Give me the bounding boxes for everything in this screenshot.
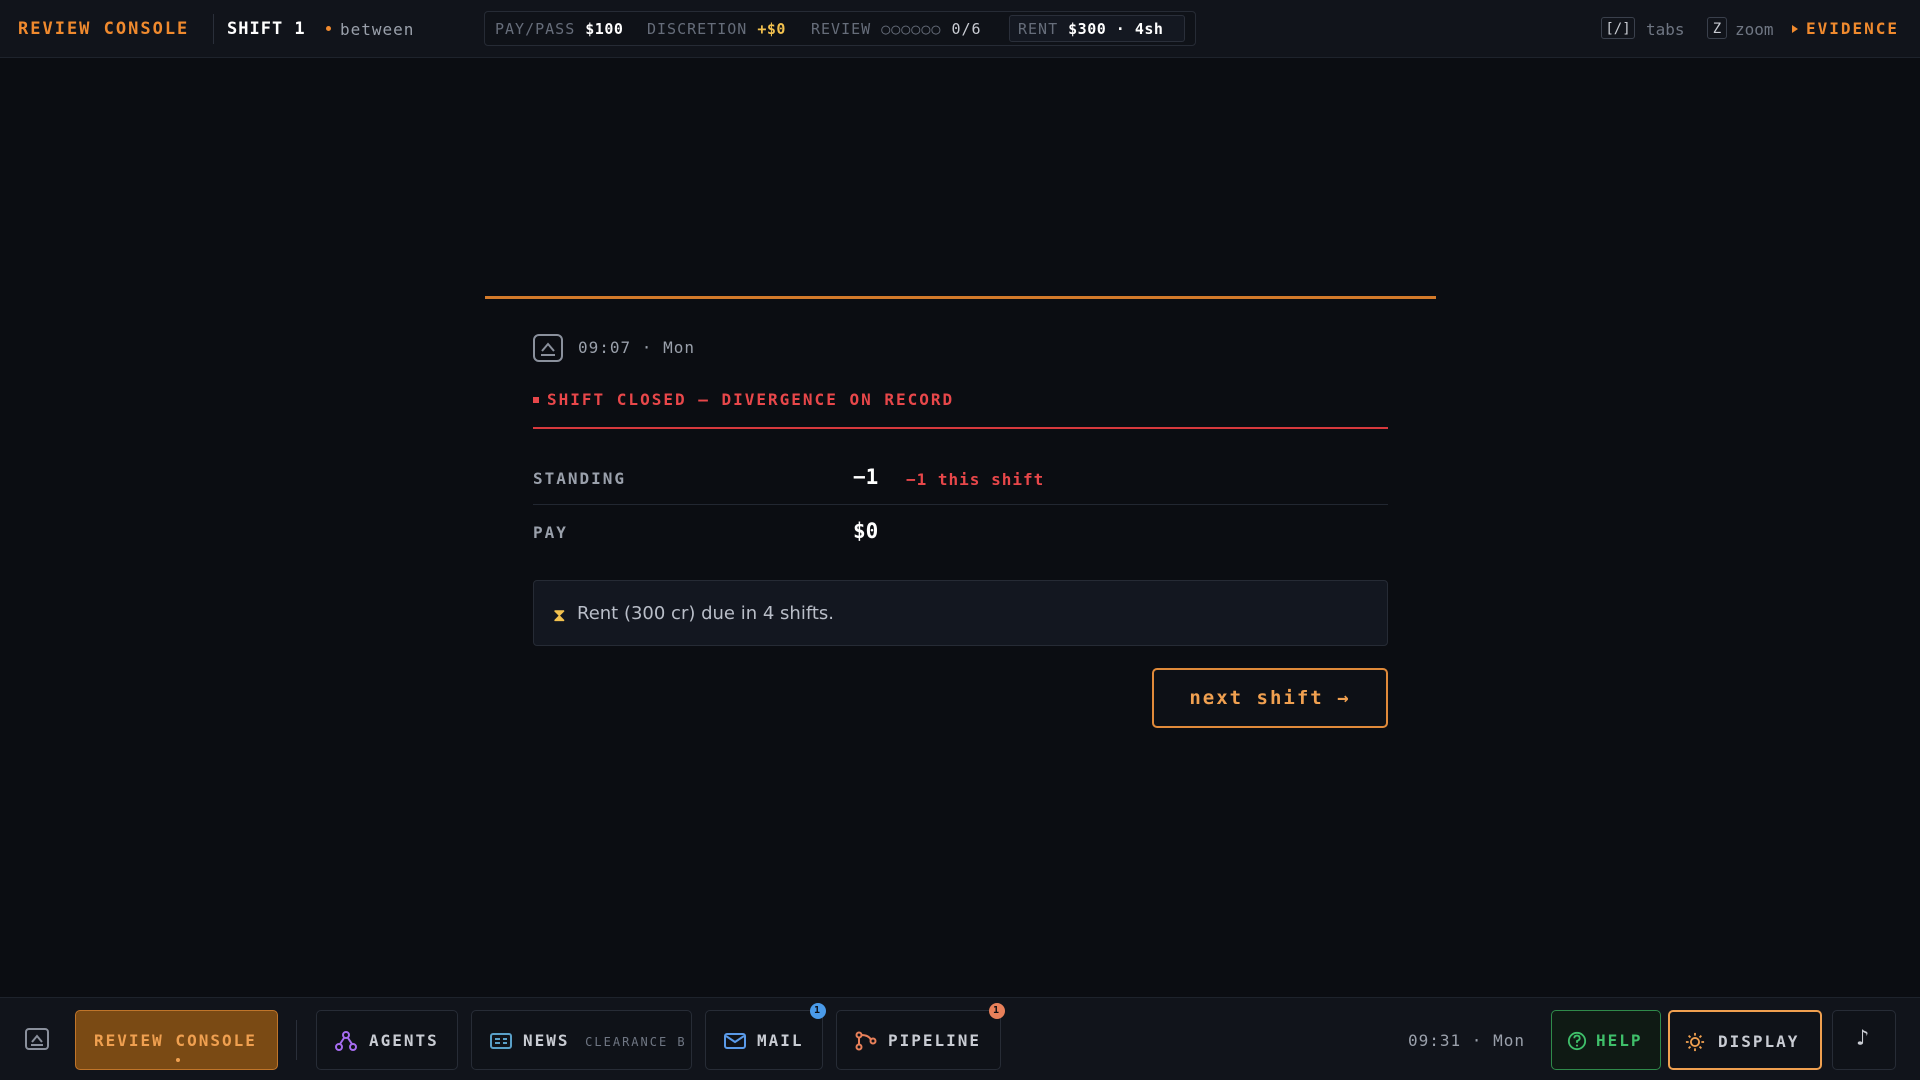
play-icon	[1792, 25, 1798, 33]
active-indicator	[176, 1058, 180, 1062]
pay-value: $0	[853, 519, 879, 543]
tab-review-console[interactable]: REVIEW CONSOLE	[75, 1010, 278, 1070]
review-count: 0/6	[951, 20, 982, 38]
pipeline-icon	[855, 1031, 877, 1051]
evidence-button[interactable]: EVIDENCE	[1792, 19, 1899, 38]
rent-notice-text: Rent (300 cr) due in 4 shifts.	[577, 603, 835, 624]
rent-stat: RENT $300 · 4sh	[1018, 20, 1163, 38]
stats-strip: PAY/PASS $100 DISCRETION +$0 REVIEW ○○○○…	[484, 11, 1196, 46]
pay-pass-label: PAY/PASS	[495, 20, 576, 38]
discretion-label: DISCRETION	[647, 20, 748, 38]
shift-label: SHIFT 1	[227, 19, 306, 39]
tab-pipeline-label: PIPELINE	[888, 1031, 982, 1050]
news-icon	[490, 1033, 512, 1049]
review-label: REVIEW	[811, 20, 872, 38]
discretion-value: +$0	[757, 20, 786, 38]
top-bar: REVIEW CONSOLE SHIFT 1 between PAY/PASS …	[0, 0, 1920, 58]
hourglass-icon: ⧗	[553, 605, 566, 626]
standing-delta: −1 this shift	[906, 470, 1045, 489]
tab-pipeline[interactable]: PIPELINE 1	[836, 1003, 1005, 1070]
tabs-key[interactable]: [/]	[1601, 17, 1635, 39]
standing-value: −1	[853, 465, 879, 489]
help-label: HELP	[1596, 1031, 1643, 1050]
display-button[interactable]: DISPLAY	[1668, 1010, 1822, 1070]
help-button[interactable]: HELP	[1551, 1010, 1661, 1070]
tab-agents[interactable]: AGENTS	[316, 1010, 458, 1070]
standing-label: STANDING	[533, 469, 627, 488]
divider	[213, 14, 214, 44]
tab-news[interactable]: NEWS CLEARANCE B	[471, 1010, 692, 1070]
pay-label: PAY	[533, 523, 568, 542]
display-label: DISPLAY	[1718, 1032, 1800, 1051]
next-shift-button[interactable]: next shift →	[1152, 668, 1388, 728]
agents-icon	[335, 1031, 357, 1051]
pay-pass-stat: PAY/PASS $100	[495, 20, 623, 38]
card-timestamp: 09:07 · Mon	[578, 338, 695, 357]
evidence-label: EVIDENCE	[1806, 19, 1900, 38]
tab-news-label: NEWS	[523, 1031, 570, 1050]
music-note-icon: ♪	[1856, 1026, 1872, 1051]
phase-status: between	[326, 20, 414, 39]
mail-icon	[724, 1033, 746, 1049]
person-stamp-icon	[541, 342, 555, 356]
shift-closed-heading: SHIFT CLOSED — DIVERGENCE ON RECORD	[533, 390, 954, 409]
alert-square-icon	[533, 397, 539, 403]
card-accent-line	[485, 296, 1436, 299]
person-icon	[31, 1034, 43, 1046]
rent-label: RENT	[1018, 20, 1059, 38]
app-title: REVIEW CONSOLE	[18, 19, 190, 39]
home-icon[interactable]	[25, 1028, 49, 1050]
tab-review-console-label: REVIEW CONSOLE	[94, 1031, 257, 1050]
rent-box: RENT $300 · 4sh	[1009, 15, 1185, 42]
zoom-key[interactable]: Z	[1707, 17, 1727, 39]
rent-value: $300 · 4sh	[1068, 20, 1164, 38]
rent-notice: ⧗ Rent (300 cr) due in 4 shifts.	[533, 580, 1388, 646]
mail-badge: 1	[810, 1003, 826, 1019]
tab-mail-label: MAIL	[757, 1031, 804, 1050]
help-icon	[1567, 1031, 1587, 1051]
status-dot	[326, 26, 331, 31]
pay-pass-value: $100	[585, 20, 624, 38]
phase-label: between	[340, 20, 415, 39]
stamp-icon	[533, 334, 563, 362]
music-button[interactable]: ♪	[1832, 1010, 1896, 1070]
divider	[296, 1020, 297, 1060]
clearance-label: CLEARANCE B	[585, 1035, 687, 1049]
review-stat: REVIEW ○○○○○○ 0/6	[811, 20, 982, 38]
row-divider	[533, 504, 1388, 505]
pipeline-badge: 1	[989, 1003, 1005, 1019]
review-progress-dots: ○○○○○○	[881, 20, 942, 38]
tab-mail[interactable]: MAIL 1	[705, 1003, 826, 1070]
alert-rule	[533, 427, 1388, 429]
clock: 09:31 · Mon	[1408, 1031, 1525, 1050]
tab-agents-label: AGENTS	[369, 1031, 439, 1050]
sun-icon	[1685, 1032, 1705, 1052]
tabs-key-label: tabs	[1646, 20, 1685, 39]
shift-closed-text: SHIFT CLOSED — DIVERGENCE ON RECORD	[547, 390, 955, 409]
bottom-bar: REVIEW CONSOLE AGENTS NEWS CLEARANCE B M…	[0, 997, 1920, 1080]
zoom-key-label: zoom	[1735, 20, 1774, 39]
discretion-stat: DISCRETION +$0	[647, 20, 786, 38]
